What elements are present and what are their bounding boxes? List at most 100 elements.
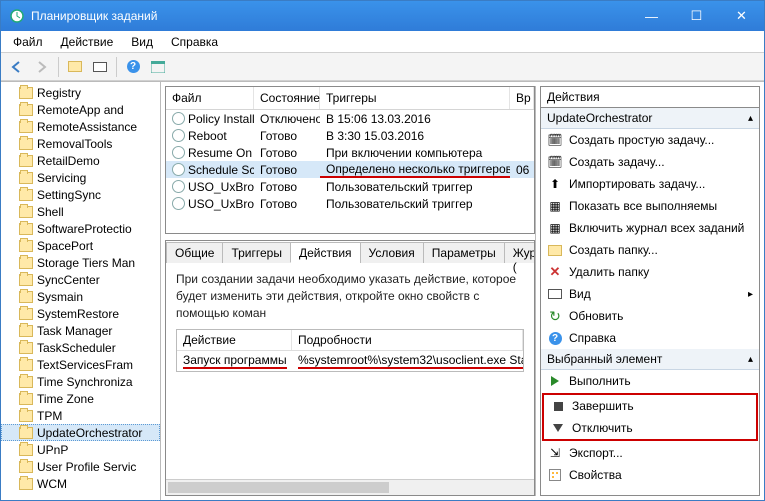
action-item[interactable]: 🗓Создать задачу...	[541, 151, 759, 173]
tree-node[interactable]: Registry	[1, 84, 160, 101]
task-row[interactable]: Resume On ...ГотовоПри включении компьют…	[166, 144, 534, 161]
col-details[interactable]: Подробности	[292, 330, 523, 350]
tree-node[interactable]: RemoteAssistance	[1, 118, 160, 135]
chevron-up-icon: ▴	[748, 354, 753, 365]
task-grid: Файл Состояние Триггеры Вр Policy Instal…	[165, 86, 535, 234]
folder-icon	[19, 223, 33, 235]
h-scrollbar[interactable]	[166, 479, 534, 495]
tab[interactable]: Условия	[360, 242, 424, 263]
tree-node[interactable]: TPM	[1, 407, 160, 424]
tree-node[interactable]: Shell	[1, 203, 160, 220]
toolbar-folder-icon[interactable]	[63, 56, 87, 78]
tree-label: Registry	[37, 86, 81, 100]
back-button[interactable]	[5, 56, 29, 78]
toolbar-view-icon[interactable]	[88, 56, 112, 78]
action-item[interactable]: ▦Показать все выполняемы	[541, 195, 759, 217]
menu-file[interactable]: Файл	[5, 32, 51, 52]
tree-node[interactable]: RetailDemo	[1, 152, 160, 169]
task-row[interactable]: RebootГотовоВ 3:30 15.03.2016	[166, 127, 534, 144]
action-disable[interactable]: Отключить	[544, 417, 756, 439]
action-item[interactable]: ✕Удалить папку	[541, 261, 759, 283]
action-export[interactable]: ⇲Экспорт...	[541, 442, 759, 464]
tab[interactable]: Общие	[166, 242, 223, 263]
folder-icon	[19, 393, 33, 405]
action-item[interactable]: 🗓Создать простую задачу...	[541, 129, 759, 151]
forward-button[interactable]	[30, 56, 54, 78]
tree-node[interactable]: Storage Tiers Man	[1, 254, 160, 271]
action-item[interactable]: ▦Включить журнал всех заданий	[541, 217, 759, 239]
folder-icon	[19, 172, 33, 184]
tab[interactable]: Действия	[290, 242, 361, 263]
tree-node[interactable]: RemoteApp and	[1, 101, 160, 118]
tree-node[interactable]: Sysmain	[1, 288, 160, 305]
tree-node[interactable]: SettingSync	[1, 186, 160, 203]
tree-node[interactable]: SyncCenter	[1, 271, 160, 288]
tree-node[interactable]: RemovalTools	[1, 135, 160, 152]
task-row[interactable]: Policy InstallОтключеноВ 15:06 13.03.201…	[166, 110, 534, 127]
action-icon: ▦	[547, 198, 563, 214]
action-run[interactable]: Выполнить	[541, 370, 759, 392]
tree-panel[interactable]: RegistryRemoteApp andRemoteAssistanceRem…	[1, 82, 161, 500]
action-icon: ✕	[547, 264, 563, 280]
details-tabs: ОбщиеТриггерыДействияУсловияПараметрыЖур…	[165, 240, 535, 496]
tree-node[interactable]: UPnP	[1, 441, 160, 458]
task-row[interactable]: USO_UxBrok...ГотовоПользовательский триг…	[166, 195, 534, 212]
col-triggers[interactable]: Триггеры	[320, 87, 510, 109]
tree-node[interactable]: Servicing	[1, 169, 160, 186]
clock-icon	[172, 163, 185, 176]
action-item[interactable]: Создать папку...	[541, 239, 759, 261]
action-end[interactable]: Завершить	[544, 395, 756, 417]
folder-icon	[19, 478, 33, 490]
section-selected[interactable]: Выбранный элемент▴	[541, 349, 759, 370]
toolbar-pane-icon[interactable]	[146, 56, 170, 78]
action-view[interactable]: Вид▸	[541, 283, 759, 305]
tree-node[interactable]: Time Synchroniza	[1, 373, 160, 390]
tree-node[interactable]: SpacePort	[1, 237, 160, 254]
tree-node[interactable]: TextServicesFram	[1, 356, 160, 373]
tree-node[interactable]: Task Manager	[1, 322, 160, 339]
folder-icon	[19, 325, 33, 337]
tree-node[interactable]: SoftwareProtectio	[1, 220, 160, 237]
action-refresh[interactable]: ↻Обновить	[541, 305, 759, 327]
tab[interactable]: Журнал (	[504, 242, 535, 263]
stop-icon	[550, 398, 566, 414]
action-cell: Запуск программы	[183, 353, 287, 369]
tree-label: RetailDemo	[37, 154, 100, 168]
action-properties[interactable]: Свойства	[541, 464, 759, 486]
folder-icon	[19, 410, 33, 422]
toolbar-help-icon[interactable]: ?	[121, 56, 145, 78]
maximize-button[interactable]: ☐	[674, 1, 719, 31]
tab[interactable]: Параметры	[423, 242, 505, 263]
folder-icon	[19, 240, 33, 252]
action-row[interactable]: Запуск программы %systemroot%\system32\u…	[177, 351, 523, 371]
menu-view[interactable]: Вид	[123, 32, 161, 52]
tree-node[interactable]: User Profile Servic	[1, 458, 160, 475]
menu-help[interactable]: Справка	[163, 32, 226, 52]
tab-strip: ОбщиеТриггерыДействияУсловияПараметрыЖур…	[166, 241, 534, 263]
action-icon: 🗓	[547, 132, 563, 148]
clock-icon	[172, 146, 185, 159]
tree-label: User Profile Servic	[37, 460, 136, 474]
col-action[interactable]: Действие	[177, 330, 292, 350]
section-folder[interactable]: UpdateOrchestrator▴	[541, 108, 759, 129]
tree-node[interactable]: TaskScheduler	[1, 339, 160, 356]
tree-node[interactable]: WCM	[1, 475, 160, 492]
task-row[interactable]: Schedule ScanГотовоОпределено несколько …	[166, 161, 534, 178]
folder-icon	[19, 427, 33, 439]
tree-label: Storage Tiers Man	[37, 256, 135, 270]
action-item[interactable]: ⬆Импортировать задачу...	[541, 173, 759, 195]
tree-node[interactable]: Time Zone	[1, 390, 160, 407]
col-time[interactable]: Вр	[510, 87, 534, 109]
close-button[interactable]: ✕	[719, 1, 764, 31]
folder-icon	[19, 342, 33, 354]
col-file[interactable]: Файл	[166, 87, 254, 109]
col-state[interactable]: Состояние	[254, 87, 320, 109]
action-help[interactable]: ?Справка	[541, 327, 759, 349]
minimize-button[interactable]: —	[629, 1, 674, 31]
tree-node[interactable]: SystemRestore	[1, 305, 160, 322]
menu-action[interactable]: Действие	[53, 32, 122, 52]
task-row[interactable]: USO_UxBrok...ГотовоПользовательский триг…	[166, 178, 534, 195]
details-cell: %systemroot%\system32\usoclient.exe Star…	[298, 353, 523, 369]
tab[interactable]: Триггеры	[222, 242, 291, 263]
tree-node[interactable]: UpdateOrchestrator	[1, 424, 160, 441]
